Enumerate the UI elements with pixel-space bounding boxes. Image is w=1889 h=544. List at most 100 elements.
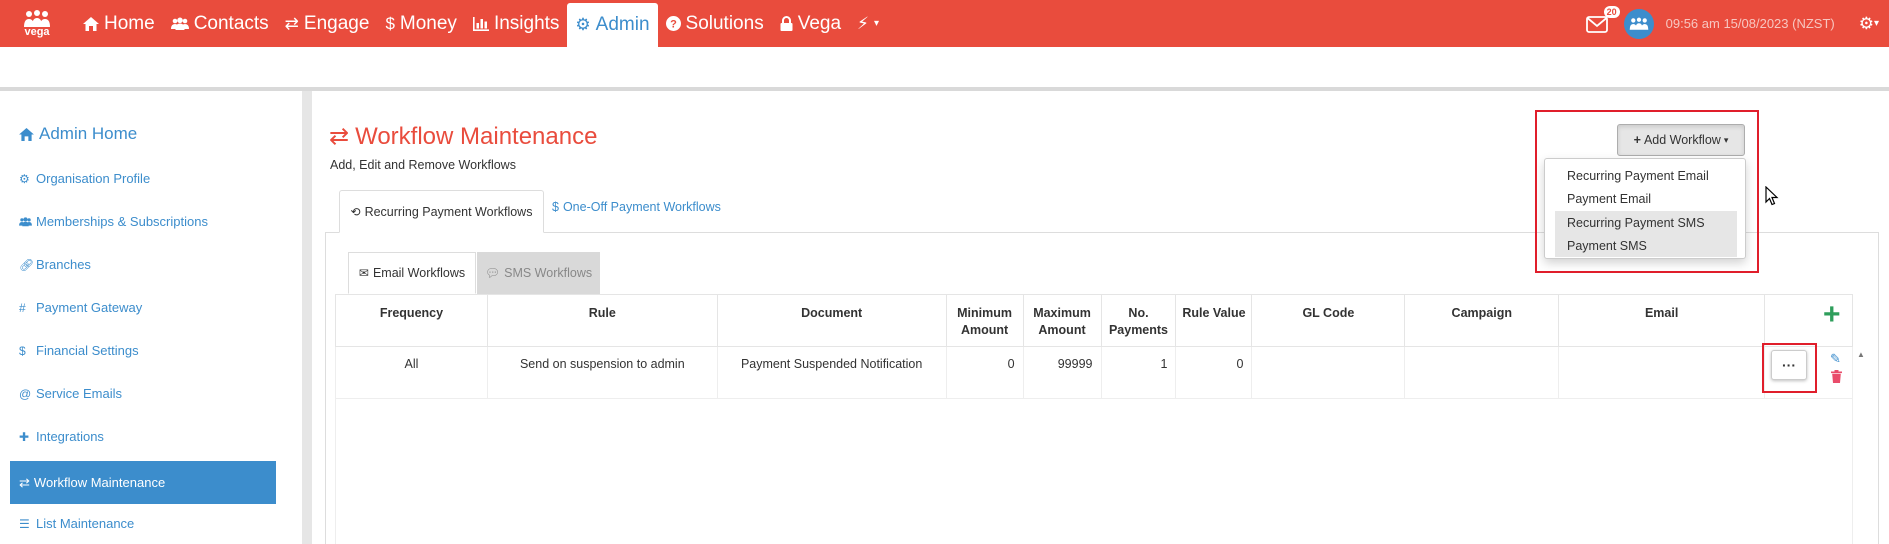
subtab-email-workflows[interactable]: ✉ Email Workflows [348,252,476,294]
comment-icon: 💬︎ [484,266,501,280]
sidebar-item-branches[interactable]: 🔗︎ Branches [19,257,91,272]
sidebar-item-workflow-maintenance[interactable]: ⇄ Workflow Maintenance [10,461,276,504]
caret-down-icon: ▾ [1873,18,1879,29]
cell-maximum-amount: 99999 [1022,346,1102,399]
sidebar-item-label: Integrations [36,429,104,444]
cell-no-payments: 1 [1100,346,1177,399]
sidebar-item-list-maintenance[interactable]: ☰ List Maintenance [19,516,134,531]
page-subtitle: Add, Edit and Remove Workflows [330,158,516,172]
nav-solutions[interactable]: ? Solutions [658,0,772,47]
scroll-up-arrow-icon[interactable]: ▲ [1857,350,1865,359]
col-rule[interactable]: Rule [486,294,718,347]
table-header-row: Frequency Rule Document Minimum Amount M… [335,294,1853,347]
lock-icon [780,16,793,31]
table-body-area [335,398,1853,544]
col-frequency[interactable]: Frequency [335,294,488,347]
cell-rule: Send on suspension to admin [486,346,718,399]
cell-rule-value: 0 [1175,346,1253,399]
subtab-sms-workflows[interactable]: 💬︎ SMS Workflows [477,252,600,294]
nav-insights[interactable]: Insights [465,0,567,47]
col-rule-value[interactable]: Rule Value [1175,294,1253,347]
question-circle-icon: ? [665,16,681,31]
sidebar-item-label: Financial Settings [36,343,139,358]
sidebar-item-label: Organisation Profile [36,171,151,186]
mail-icon[interactable]: 20 [1585,5,1620,36]
sidebar-item-memberships[interactable]: Memberships & Subscriptions [19,214,208,229]
nav-vega[interactable]: Vega [772,0,849,47]
sidebar-item-service-emails[interactable]: @ Service Emails [19,386,122,401]
nav-admin[interactable]: ⚙ Admin [567,3,658,47]
cogs-icon: ⚙ [575,15,591,34]
sidebar-admin-home-label: Admin Home [39,124,138,143]
highlight-more-button [1762,343,1817,393]
dollar-icon: $ [552,200,559,214]
sidebar-item-label: Workflow Maintenance [33,475,166,490]
user-avatar-icon [1629,17,1648,30]
home-icon [19,127,34,141]
mouse-cursor-icon [1765,186,1779,206]
trash-icon[interactable] [1831,370,1842,386]
tab-label: Recurring Payment Workflows [364,204,533,219]
dollar-icon: $ [19,343,26,358]
workflow-table: Frequency Rule Document Minimum Amount M… [335,294,1853,399]
logo-text: vega [24,26,50,38]
nav-engage-label: Engage [303,12,370,34]
sidebar-item-integrations[interactable]: ✚ Integrations [19,429,104,444]
envelope-icon: ✉ [358,266,369,280]
sidebar-item-label: Memberships & Subscriptions [36,214,208,229]
nav-money-label: Money [399,12,457,34]
nav-home-label: Home [104,12,155,34]
gear-icon: ⚙ [1858,13,1874,33]
users-icon [170,17,189,31]
cell-document: Payment Suspended Notification [716,346,947,399]
nav-home[interactable]: Home [75,0,163,47]
home-icon [83,16,99,31]
cell-frequency: All [335,346,488,399]
users-icon [19,216,32,227]
cell-campaign [1404,346,1560,399]
caret-down-icon: ▾ [873,18,879,29]
bar-chart-icon [472,16,489,31]
sidebar-admin-home[interactable]: Admin Home [19,124,137,144]
col-gl-code[interactable]: GL Code [1251,294,1406,347]
table-row: All Send on suspension to admin Payment … [335,346,1853,399]
col-minimum-amount[interactable]: Minimum Amount [945,294,1024,347]
svg-text:?: ? [670,19,677,31]
add-row-plus-icon[interactable]: + [1823,300,1841,330]
nav-engage[interactable]: ⇄ Engage [277,0,378,47]
sidebar-divider [302,91,312,544]
exchange-icon: ⇄ [284,13,299,33]
puzzle-icon: ✚ [19,429,30,444]
sidebar-item-financial-settings[interactable]: $ Financial Settings [19,343,139,358]
subtab-label: SMS Workflows [504,266,593,280]
vega-logo[interactable]: vega [12,0,62,47]
tab-recurring-payment-workflows[interactable]: ⟲ Recurring Payment Workflows [339,190,544,233]
settings-menu[interactable]: ⚙ ▾ [1859,14,1879,34]
cell-minimum-amount: 0 [945,346,1024,399]
tab-one-off-payment-workflows[interactable]: $ One-Off Payment Workflows [552,200,721,214]
col-maximum-amount[interactable]: Maximum Amount [1022,294,1102,347]
user-avatar[interactable] [1623,8,1654,39]
nav-solutions-label: Solutions [685,12,764,34]
pencil-icon[interactable]: ✎ [1830,351,1841,367]
col-email[interactable]: Email [1558,294,1766,347]
sidebar-item-organisation-profile[interactable]: ⚙ Organisation Profile [19,171,150,186]
tab-label: One-Off Payment Workflows [562,200,721,214]
sidebar-item-label: Payment Gateway [36,300,143,315]
sidebar-item-payment-gateway[interactable]: # Payment Gateway [19,300,142,315]
nav-money[interactable]: $ Money [377,0,465,47]
at-icon: @ [19,386,32,401]
nav-insights-label: Insights [493,12,560,34]
nav-contacts[interactable]: Contacts [163,0,277,47]
cell-gl-code [1251,346,1406,399]
col-no-payments[interactable]: No. Payments [1100,294,1177,347]
datetime: 09:56 am 15/08/2023 (NZST) [1665,16,1835,31]
highlight-add-workflow [1535,110,1759,273]
col-document[interactable]: Document [716,294,947,347]
col-campaign[interactable]: Campaign [1404,294,1560,347]
gear-icon: ⚙ [19,171,30,186]
nav-quick-actions[interactable]: ⚡︎ ▾ [849,0,887,47]
sidebar-item-label: Service Emails [36,386,122,401]
list-icon: ☰ [19,516,30,531]
sidebar-item-label: Branches [36,257,91,272]
